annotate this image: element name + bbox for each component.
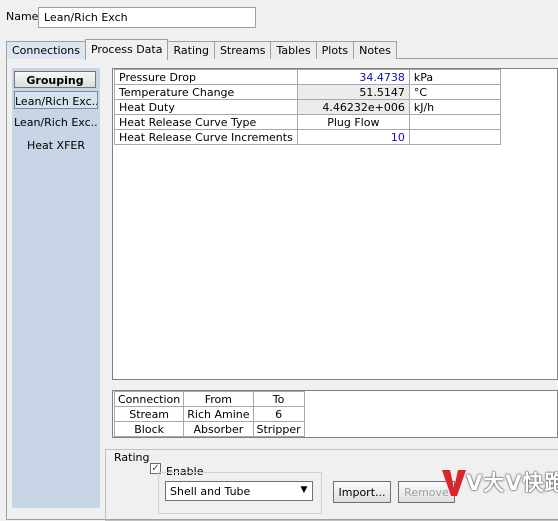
process-data-table: Pressure Drop 34.4738 kPa Temperature Ch…	[114, 69, 501, 145]
row-label: Temperature Change	[114, 84, 298, 100]
tab-streams[interactable]: Streams	[213, 41, 272, 59]
tab-process-data[interactable]: Process Data	[84, 39, 169, 60]
name-label: Name	[6, 10, 39, 23]
heat-duty-value[interactable]: 4.46232e+006	[296, 99, 410, 115]
row-label: Heat Release Curve Increments	[114, 129, 298, 145]
table-row: Pressure Drop 34.4738 kPa	[114, 69, 501, 85]
pressure-drop-value[interactable]: 34.4738	[296, 69, 410, 85]
heat-release-curve-increments-value[interactable]: 10	[296, 129, 410, 145]
grouping-button[interactable]: Grouping	[14, 71, 96, 88]
row-unit: °C	[408, 84, 501, 100]
table-cell[interactable]: Stripper	[252, 421, 305, 437]
sidebar-item-heat-xfer[interactable]: Heat XFER	[14, 136, 98, 154]
table-row: Stream Rich Amine 6	[113, 406, 305, 422]
tab-strip: Connections Process Data Rating Streams …	[6, 39, 397, 60]
tab-notes[interactable]: Notes	[353, 41, 397, 59]
table-cell[interactable]: Absorber	[183, 421, 254, 437]
row-unit: kJ/h	[408, 99, 501, 115]
row-unit: kPa	[408, 69, 501, 85]
import-button[interactable]: Import...	[333, 481, 391, 503]
table-cell[interactable]: Rich Amine	[183, 406, 254, 422]
tab-rating[interactable]: Rating	[167, 41, 215, 59]
table-row: Block Absorber Stripper	[113, 421, 305, 437]
rating-group-label: Rating	[114, 451, 150, 464]
table-row: Heat Release Curve Increments 10	[114, 129, 501, 145]
sidebar-item-lean-rich-exch-1[interactable]: Lean/Rich Exc...	[14, 91, 98, 109]
rating-type-select[interactable]: Shell and Tube	[165, 481, 313, 501]
chevron-down-icon[interactable]: ▼	[297, 482, 311, 499]
table-row: Heat Release Curve Type Plug Flow	[114, 114, 501, 130]
table-header-row: Connection From To	[113, 391, 305, 407]
grouping-sidebar	[12, 68, 100, 508]
connections-table: Connection From To Stream Rich Amine 6 B…	[113, 391, 305, 437]
tab-connections[interactable]: Connections	[6, 41, 86, 59]
tab-plots[interactable]: Plots	[315, 41, 355, 59]
heat-release-curve-type-value[interactable]: Plug Flow	[296, 114, 410, 130]
table-cell: Stream	[113, 406, 185, 422]
name-field[interactable]: Lean/Rich Exch	[38, 7, 256, 28]
column-header: Connection	[113, 391, 185, 407]
tab-tables[interactable]: Tables	[270, 41, 317, 59]
table-cell: Block	[113, 421, 185, 437]
row-unit	[408, 114, 501, 130]
sidebar-item-lean-rich-exch-2[interactable]: Lean/Rich Exc...	[14, 113, 98, 131]
table-cell[interactable]: 6	[252, 406, 305, 422]
row-label: Heat Release Curve Type	[114, 114, 298, 130]
temperature-change-value[interactable]: 51.5147	[296, 84, 410, 100]
row-label: Heat Duty	[114, 99, 298, 115]
row-label: Pressure Drop	[114, 69, 298, 85]
column-header: To	[252, 391, 305, 407]
column-header: From	[183, 391, 254, 407]
table-row: Temperature Change 51.5147 °C	[114, 84, 501, 100]
row-unit	[408, 129, 501, 145]
table-row: Heat Duty 4.46232e+006 kJ/h	[114, 99, 501, 115]
watermark-text: V大V快跑	[466, 471, 558, 495]
